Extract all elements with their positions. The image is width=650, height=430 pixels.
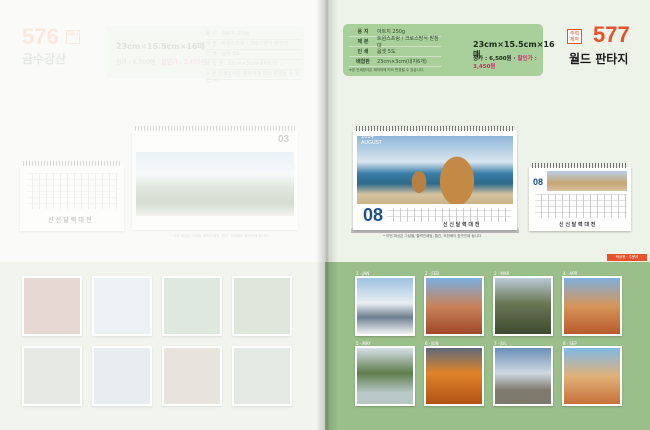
spec-row-binding: 제 본 트윈스프링 / 크로스방식 받침대 bbox=[349, 36, 441, 49]
thumb-apr: 4 · APR bbox=[562, 271, 622, 336]
left-page: 576 미니 금수강산 23cm×15.5cm×16매 정가 : 6,500원 … bbox=[0, 0, 325, 430]
calendar-year: 2014 AUGUST bbox=[361, 134, 382, 146]
spec-row: 제 본 : 트윈스프링 / 크로스방식 받침대 bbox=[206, 40, 302, 50]
calendar-grid bbox=[387, 208, 511, 222]
thumb-mar: 3 · MAR bbox=[493, 271, 553, 336]
spec-dimension: 23cm×15.5cm×16매 bbox=[116, 42, 205, 51]
right-page: 용 지 아트지 250g 제 본 트윈스프링 / 크로스방식 받침대 인 쇄 옵셋 5… bbox=[325, 0, 650, 430]
spec-row: ※ 본 인쇄방식은 제작처에 따라 변경될 수 있습니다. bbox=[206, 70, 302, 84]
thumb-mar bbox=[162, 276, 222, 336]
product-badge: 주력 제작 bbox=[567, 29, 582, 44]
thumbnail-panel: 1 · JAN 2 · FEB 3 · MAR 4 · APR 5 · MAY … bbox=[325, 262, 650, 430]
desk-calendar-small: 신 신 달 력 대 전 bbox=[20, 161, 124, 231]
spec-rows: 용 지 아트지 250g 제 본 트윈스프링 / 크로스방식 받침대 인 쇄 옵셋 5… bbox=[349, 27, 441, 67]
thumb-jan: 1 · JAN bbox=[355, 271, 415, 336]
thumb-may bbox=[22, 346, 82, 406]
spec-price: 정가 : 6,500원 · 할인가 : 3,450원 bbox=[116, 59, 207, 66]
calendar-photo bbox=[357, 136, 513, 204]
desk-calendar-large: 2014 AUGUST 08 신 신 달 력 대 전 bbox=[353, 126, 517, 230]
calendar-brand: 신 신 달 력 대 전 bbox=[559, 222, 596, 228]
desk-calendar-large: 03 bbox=[132, 126, 298, 230]
calendar-photo bbox=[136, 152, 294, 216]
spec-row: 용 지 : 아트지 250g bbox=[206, 30, 302, 40]
spiral-binding bbox=[135, 126, 295, 131]
spec-row-plate: 배합판 23cm×3cm(내지6개) bbox=[349, 57, 441, 67]
product-number: 576 bbox=[22, 24, 59, 49]
product-number: 577 bbox=[593, 22, 630, 47]
spec-rows: 용 지 : 아트지 250g 제 본 : 트윈스프링 / 크로스방식 받침대 인… bbox=[206, 30, 302, 84]
thumb-feb bbox=[92, 276, 152, 336]
spec-row: 배 합 판 : 23cm×3cm(내지6개) bbox=[206, 60, 302, 70]
thumb-may: 5 · MAY bbox=[355, 341, 415, 406]
calendar-grid bbox=[535, 194, 627, 218]
spec-price: 정가 : 6,500원 · 할인가 : 3,450원 bbox=[473, 56, 537, 70]
thumb-jan bbox=[22, 276, 82, 336]
book-gutter bbox=[316, 0, 338, 430]
product-title: 월드 판타지 bbox=[569, 52, 629, 66]
thumb-sep: 8 · SEP bbox=[562, 341, 622, 406]
calendar-month: 03 bbox=[278, 134, 290, 145]
calendar-brand: 신 신 달 력 대 전 bbox=[443, 222, 480, 228]
spec-box: 용 지 아트지 250g 제 본 트윈스프링 / 크로스방식 받침대 인 쇄 옵셋 5… bbox=[343, 24, 555, 76]
spec-row-print: 인 쇄 옵셋 5도 bbox=[349, 47, 441, 57]
calendar-month: 08 bbox=[363, 205, 384, 225]
calendar-photo bbox=[547, 171, 627, 191]
spiral-binding bbox=[532, 163, 628, 168]
thumb-jul: 7 · JUL bbox=[493, 341, 553, 406]
product-title: 금수강산 bbox=[22, 52, 67, 66]
thumb-apr bbox=[232, 276, 292, 336]
section-tag: 탁상용 · 주문제 bbox=[607, 254, 647, 261]
spec-row: 인 쇄 : 옵셋 5도 bbox=[206, 50, 302, 60]
thumb-sep bbox=[232, 346, 292, 406]
thumb-jul bbox=[162, 346, 222, 406]
calendar-brand: 신 신 달 력 대 전 bbox=[48, 217, 92, 224]
catalog-spread: 576 미니 금수강산 23cm×15.5cm×16매 정가 : 6,500원 … bbox=[0, 0, 650, 430]
calendar-grid bbox=[26, 173, 118, 209]
thumb-feb: 2 · FEB bbox=[424, 271, 484, 336]
thumb-jun: 6 · JUN bbox=[424, 341, 484, 406]
spec-note: ※본 인쇄방식은 제작처에 따라 변경될 수 있습니다. bbox=[349, 68, 425, 72]
product-badge: 미니 bbox=[66, 30, 80, 44]
caption: • 이번 대상은 그달별, 월력인쇄됨, 월간, 조한폐이 옵셋인쇄 됩니다. bbox=[383, 234, 483, 238]
thumbnail-panel bbox=[0, 262, 325, 430]
caption: • 이번 대상은 그달별, 월력인쇄됨, 월간, 조한폐이 옵셋인쇄 됩니다. bbox=[170, 234, 270, 238]
spiral-binding bbox=[356, 126, 514, 131]
spec-box: 23cm×15.5cm×16매 정가 : 6,500원 · 할인가 : 3,45… bbox=[106, 26, 304, 84]
calendar-month: 08 bbox=[533, 177, 544, 187]
spiral-binding bbox=[23, 161, 121, 166]
desk-calendar-small: 08 신 신 달 력 대 전 bbox=[529, 163, 631, 231]
thumb-jun bbox=[92, 346, 152, 406]
